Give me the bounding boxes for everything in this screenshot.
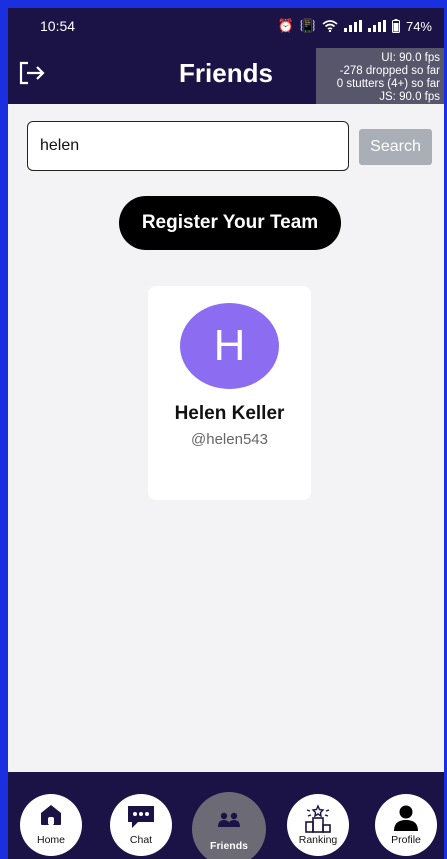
tab-ranking[interactable]: Ranking xyxy=(287,794,349,856)
tab-home-label: Home xyxy=(36,834,65,846)
friend-handle: @helen543 xyxy=(191,431,268,448)
ranking-icon xyxy=(305,804,331,833)
tab-home[interactable]: Home xyxy=(20,794,82,856)
perf-ui-fps: UI: 90.0 fps xyxy=(381,52,440,64)
chat-icon xyxy=(128,806,154,828)
battery-level: 74% xyxy=(405,18,432,34)
vibrate-icon: 📳 xyxy=(299,18,316,33)
search-input[interactable] xyxy=(27,121,349,171)
perf-stutters: 0 stutters (4+) so far xyxy=(336,78,440,90)
tab-bar: Home Chat Friends Ranking Profile xyxy=(8,772,444,859)
friends-icon xyxy=(218,812,240,827)
tab-friends-label: Friends xyxy=(210,840,248,852)
profile-icon xyxy=(394,805,418,831)
content-area: Search Register Your Team H Helen Keller… xyxy=(8,104,444,772)
app-header: Friends UI: 90.0 fps -278 dropped so far… xyxy=(8,44,444,114)
frame-left xyxy=(0,0,8,859)
status-icons: ⏰ 📳 74% xyxy=(278,18,432,34)
status-bar: 10:54 ⏰ 📳 74% xyxy=(8,8,444,44)
wifi-icon xyxy=(322,20,338,32)
signal-icon xyxy=(343,20,362,32)
friend-card[interactable]: H Helen Keller @helen543 xyxy=(148,286,311,500)
frame-top xyxy=(0,0,447,8)
battery-icon xyxy=(391,19,400,33)
alarm-icon: ⏰ xyxy=(277,18,294,33)
tab-chat[interactable]: Chat xyxy=(110,794,172,856)
tab-chat-label: Chat xyxy=(129,834,153,846)
avatar: H xyxy=(180,303,279,389)
signal-icon-2 xyxy=(367,20,386,32)
tab-friends[interactable]: Friends xyxy=(192,792,266,859)
home-icon xyxy=(41,805,61,825)
perf-dropped: -278 dropped so far xyxy=(339,65,440,77)
search-button[interactable]: Search xyxy=(359,129,432,165)
tab-profile-label: Profile xyxy=(391,834,421,846)
friend-name: Helen Keller xyxy=(174,403,285,424)
status-time: 10:54 xyxy=(40,18,76,34)
perf-js-fps: JS: 90.0 fps xyxy=(379,91,440,103)
register-team-button[interactable]: Register Your Team xyxy=(119,196,341,250)
tab-profile[interactable]: Profile xyxy=(375,794,437,856)
tab-ranking-label: Ranking xyxy=(298,834,338,846)
